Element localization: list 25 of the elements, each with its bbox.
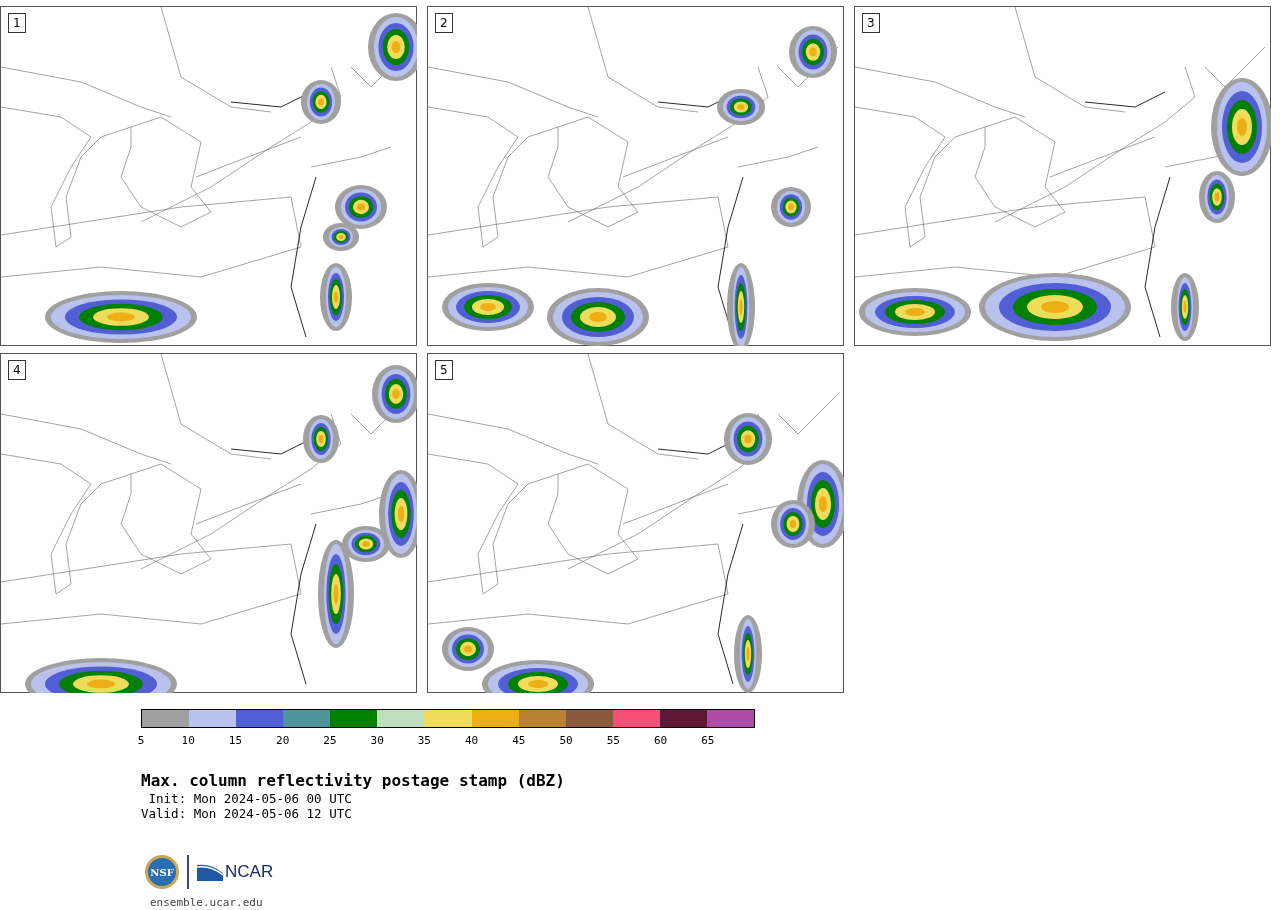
tick-label: 55 — [606, 734, 620, 747]
panel-number: 3 — [862, 13, 880, 33]
tick-label: 30 — [370, 734, 384, 747]
init-time: Init: Mon 2024-05-06 00 UTC — [147, 791, 353, 806]
panel-number: 1 — [8, 13, 26, 33]
swoosh-icon — [197, 863, 223, 881]
ncar-logo: NCAR — [197, 859, 274, 885]
tick-label: 20 — [276, 734, 290, 747]
valid-time: Valid: Mon 2024-05-06 12 UTC — [141, 806, 353, 821]
seal-logo: NSF — [145, 855, 179, 889]
panel-number: 4 — [8, 360, 26, 380]
tick-label: 60 — [653, 734, 668, 747]
tick-label: 25 — [323, 734, 337, 747]
panel-number: 5 — [435, 360, 453, 380]
chart-title: Max. column reflectivity postage stamp (dBZ) — [141, 771, 566, 791]
tick-label: 5 — [137, 734, 145, 747]
panel-number: 2 — [435, 13, 453, 33]
tick-label: 35 — [417, 734, 431, 747]
tick-label: 50 — [559, 734, 573, 747]
tick-label: 45 — [512, 734, 526, 747]
tick-label: 10 — [181, 734, 195, 747]
tick-label: 40 — [465, 734, 479, 747]
website-url: ensemble.ucar.edu — [149, 895, 264, 910]
tick-label: 15 — [228, 734, 243, 747]
tick-label: 65 — [701, 734, 715, 747]
